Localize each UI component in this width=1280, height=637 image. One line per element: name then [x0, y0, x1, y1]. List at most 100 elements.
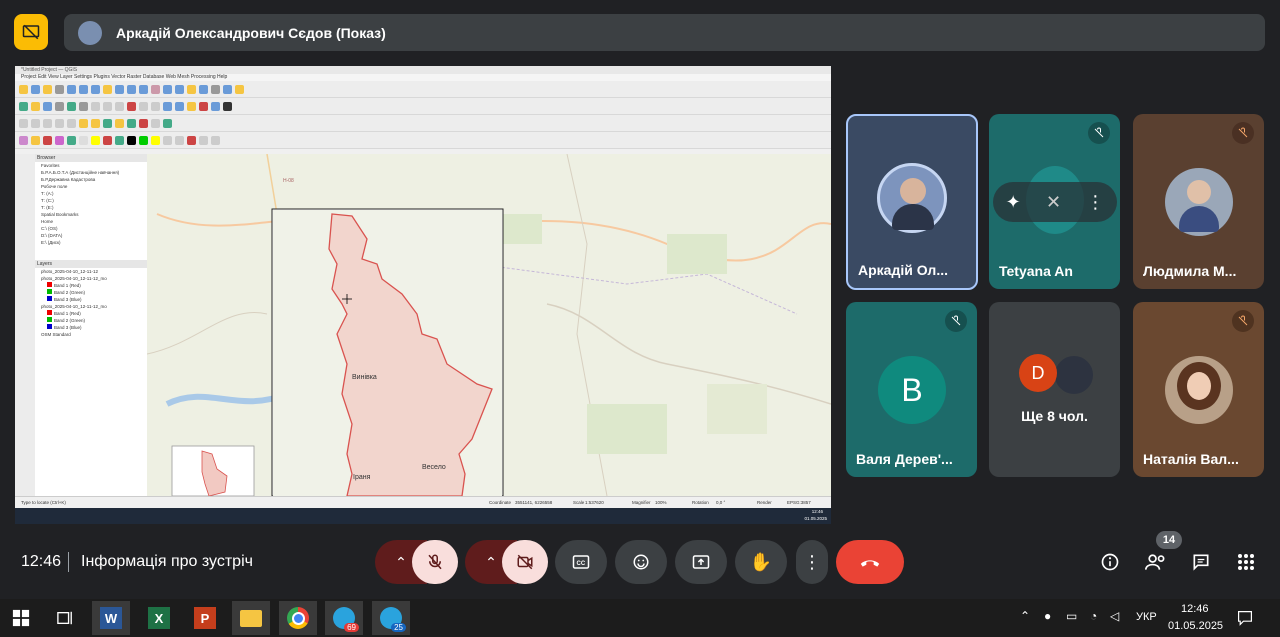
map-place-3: Іраня	[353, 474, 371, 481]
task-view-button[interactable]	[46, 601, 84, 635]
band-swatch	[47, 282, 52, 287]
taskbar-excel[interactable]: X	[140, 601, 178, 635]
browser-item[interactable]: Favorites	[35, 162, 147, 169]
browser-item[interactable]: D:\ (DATA)	[35, 232, 147, 239]
browser-item[interactable]: Т: (C:)	[35, 197, 147, 204]
leave-call-button[interactable]	[836, 540, 904, 584]
reactions-button[interactable]	[615, 540, 667, 584]
chat-button[interactable]	[1185, 546, 1217, 578]
qgis-toolbar-2	[15, 98, 831, 115]
raise-hand-button[interactable]: ✋	[735, 540, 787, 584]
chevron-up-icon: ⌃	[395, 553, 407, 570]
more-options-icon[interactable]: ⋮	[1086, 192, 1104, 213]
layer-item[interactable]: Band 1 (Red)	[35, 282, 147, 289]
people-button[interactable]	[1140, 546, 1172, 578]
people-count: 14	[1162, 534, 1176, 546]
activities-button[interactable]	[1230, 546, 1262, 578]
browser-item[interactable]: Spatial Bookmarks	[35, 211, 147, 218]
tray-language[interactable]: УКР	[1136, 611, 1157, 623]
layer-item[interactable]: photo_2025-04-10_12-11-12	[35, 268, 147, 275]
participant-tile-2[interactable]: ✦ ✕ ⋮ Tetyana An	[989, 114, 1120, 289]
browser-item[interactable]: Б.Р.А.Б.О.Т.А (Дистанційне навчання)	[35, 169, 147, 176]
layer-item[interactable]: OSM Standard	[35, 331, 147, 338]
band-swatch	[47, 324, 52, 329]
more-options-button[interactable]: ⋮	[796, 540, 828, 584]
pin-icon[interactable]: ✦	[1006, 192, 1021, 213]
participant-name-6: Наталія Вал...	[1143, 451, 1239, 467]
map-svg: Винівка Весело Іраня Н-08	[147, 154, 831, 496]
qgis-menubar: Project Edit View Layer Settings Plugins…	[15, 74, 831, 81]
presenter-avatar	[78, 20, 102, 45]
meeting-details-button[interactable]	[1094, 546, 1126, 578]
layer-item[interactable]: Band 2 (Green)	[35, 317, 147, 324]
layer-item[interactable]: photo_2025-04-10_12-11-12_mo	[35, 275, 147, 282]
participant-tile-6[interactable]: Наталія Вал...	[1133, 302, 1264, 477]
taskbar-word[interactable]: W	[92, 601, 130, 635]
meeting-clock: 12:46	[21, 553, 62, 570]
emoji-icon	[633, 554, 649, 570]
camera-toggle-button[interactable]	[502, 540, 548, 584]
layer-label: Band 2 (Green)	[54, 290, 86, 295]
hang-up-icon	[860, 560, 880, 567]
tray-volume-icon[interactable]: ◁	[1110, 609, 1119, 623]
layer-label: Band 3 (Blue)	[54, 297, 82, 302]
participant-tile-3[interactable]: Людмила М...	[1133, 114, 1264, 289]
participant-avatar-4: В	[878, 356, 946, 424]
tray-wifi-icon[interactable]: ◔	[1090, 609, 1097, 623]
remove-tile-icon[interactable]: ✕	[1046, 192, 1061, 213]
taskbar-powerpoint[interactable]: P	[186, 601, 224, 635]
tray-mic-icon[interactable]: ●	[1044, 609, 1051, 623]
layer-label: Band 2 (Green)	[54, 318, 86, 323]
taskbar-telegram-2[interactable]: 25	[372, 601, 410, 635]
browser-item[interactable]: Б.Р.Державна Кадастрова	[35, 176, 147, 183]
taskbar-telegram-1[interactable]: 69	[325, 601, 363, 635]
divider	[68, 552, 69, 572]
participant-initial-4: В	[901, 371, 923, 408]
participant-name-1: Аркадій Ол...	[858, 262, 948, 278]
participant-name-4: Валя Дерев'...	[856, 451, 953, 467]
browser-item[interactable]: E:\ (Диск)	[35, 239, 147, 246]
layer-item[interactable]: Band 3 (Blue)	[35, 296, 147, 303]
stop-present-icon	[22, 24, 40, 40]
hand-icon: ✋	[749, 551, 773, 572]
notifications-button[interactable]	[1226, 601, 1264, 635]
windows-start-button[interactable]	[2, 601, 40, 635]
layer-item[interactable]: Band 3 (Blue)	[35, 324, 147, 331]
tray-chevron-icon[interactable]: ⌃	[1020, 609, 1030, 623]
info-icon	[1101, 553, 1119, 571]
layer-label: photo_2025-04-10_12-11-12_mo	[41, 276, 107, 281]
browser-item[interactable]: Т: (A:)	[35, 190, 147, 197]
more-participants-tile[interactable]: D Ще 8 чол.	[989, 302, 1120, 477]
mic-off-icon	[945, 310, 967, 332]
band-swatch	[47, 296, 52, 301]
browser-item[interactable]: Home	[35, 218, 147, 225]
mic-toggle-button[interactable]	[412, 540, 458, 584]
qgis-map-canvas[interactable]: Винівка Весело Іраня Н-08	[147, 154, 831, 496]
layers-list: photo_2025-04-10_12-11-12 photo_2025-04-1…	[35, 268, 147, 338]
meeting-info-link[interactable]: Інформація про зустріч	[81, 553, 253, 571]
present-screen-button[interactable]	[675, 540, 727, 584]
participant-tile-1[interactable]: Аркадій Ол...	[846, 114, 978, 290]
people-count-badge: 14	[1156, 531, 1182, 549]
participant-avatar-3	[1165, 168, 1233, 236]
participant-tile-4[interactable]: В Валя Дерев'...	[846, 302, 977, 477]
captions-button[interactable]: CC	[555, 540, 607, 584]
browser-item[interactable]: Робоче поле	[35, 183, 147, 190]
taskbar-chrome[interactable]	[279, 601, 317, 635]
map-road-label: Н-08	[283, 178, 294, 184]
tray-date[interactable]: 01.05.2025	[1168, 620, 1223, 632]
word-icon: W	[100, 607, 122, 629]
layer-item[interactable]: Band 1 (Red)	[35, 310, 147, 317]
browser-item[interactable]: C:\ (OS)	[35, 225, 147, 232]
presenting-indicator-button[interactable]	[14, 14, 48, 50]
taskbar-file-explorer[interactable]	[232, 601, 270, 635]
people-icon	[1145, 554, 1165, 570]
tray-battery-icon[interactable]: ▭	[1066, 609, 1077, 623]
captions-icon: CC	[572, 555, 590, 569]
mic-off-icon	[1088, 122, 1110, 144]
tray-time[interactable]: 12:46	[1181, 603, 1209, 615]
layer-item[interactable]: photo_2025-04-10_12-11-12_mo	[35, 303, 147, 310]
participant-initial-d: D	[1031, 362, 1045, 383]
browser-item[interactable]: Т: (E:)	[35, 204, 147, 211]
layer-item[interactable]: Band 2 (Green)	[35, 289, 147, 296]
